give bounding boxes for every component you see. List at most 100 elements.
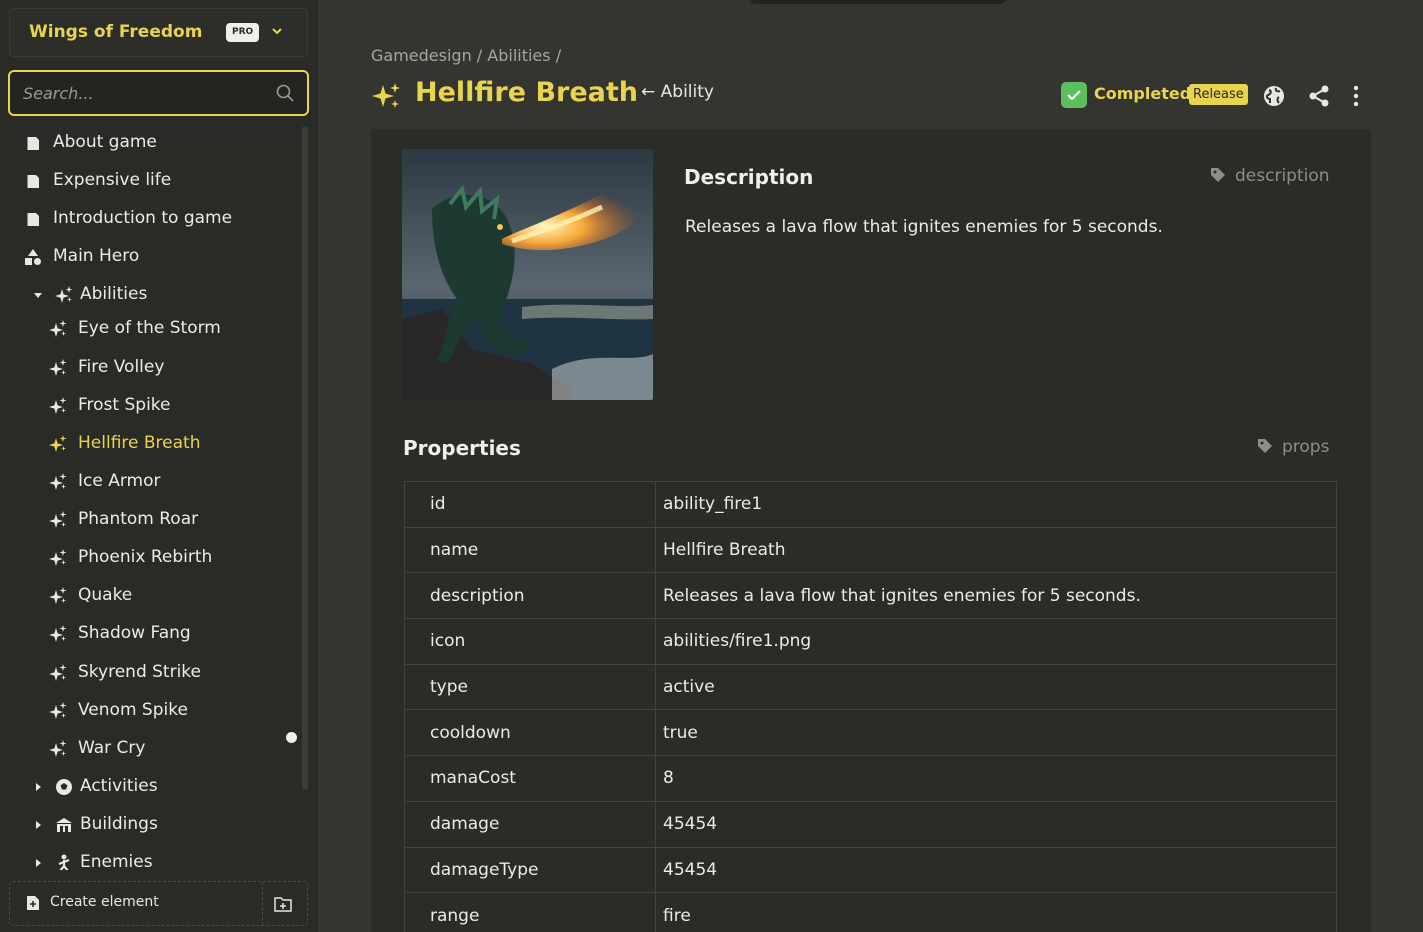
- sidebar-item-quake[interactable]: Quake: [0, 579, 300, 613]
- shapes-icon: [25, 249, 41, 265]
- share-icon[interactable]: [1306, 83, 1332, 109]
- caret-down-icon[interactable]: [32, 287, 44, 303]
- property-value[interactable]: true: [655, 709, 1337, 757]
- property-value[interactable]: fire: [655, 892, 1337, 932]
- sparkles-icon: [49, 435, 67, 452]
- new-folder-icon[interactable]: [272, 893, 294, 915]
- sparkles-icon: [49, 587, 67, 604]
- property-value[interactable]: 45454: [655, 846, 1337, 894]
- property-key: id: [404, 481, 656, 528]
- table-row: icon abilities/fire1.png: [404, 618, 1337, 665]
- sidebar-item-eye-of-the-storm[interactable]: Eye of the Storm: [0, 312, 300, 346]
- properties-table: id ability_fire1 name Hellfire Breath descri…: [404, 481, 1337, 932]
- sidebar-item-label: Hellfire Breath: [78, 433, 201, 453]
- property-value[interactable]: Releases a lava flow that ignites enemie…: [655, 572, 1337, 620]
- sidebar-item-fire-volley[interactable]: Fire Volley: [0, 351, 300, 385]
- chevron-down-icon[interactable]: [269, 21, 285, 41]
- sidebar-footer: Create element: [9, 881, 308, 926]
- sidebar-item-skyrend-strike[interactable]: Skyrend Strike: [0, 656, 300, 690]
- search-box: [8, 70, 309, 116]
- sparkles-icon: [49, 473, 67, 490]
- checkmark-icon[interactable]: [1061, 82, 1087, 108]
- sidebar-item-activities[interactable]: Activities: [0, 770, 300, 804]
- sparkles-icon: [49, 320, 67, 337]
- sidebar-item-shadow-fang[interactable]: Shadow Fang: [0, 617, 300, 651]
- figure-icon: [58, 854, 70, 870]
- project-switcher[interactable]: Wings of Freedom PRO: [9, 8, 308, 57]
- property-key: description: [404, 572, 656, 620]
- description-tag[interactable]: description: [1209, 166, 1330, 186]
- sidebar-item-enemies[interactable]: Enemies: [0, 846, 300, 870]
- sidebar-item-label: Phantom Roar: [78, 509, 199, 529]
- caret-right-icon[interactable]: [32, 817, 44, 833]
- sidebar-item-abilities[interactable]: Abilities: [0, 278, 300, 312]
- search-input[interactable]: [23, 81, 268, 105]
- table-row: name Hellfire Breath: [404, 526, 1337, 574]
- release-badge[interactable]: Release: [1189, 84, 1248, 105]
- sidebar-item-venom-spike[interactable]: Venom Spike: [0, 694, 300, 728]
- sidebar-item-label: Fire Volley: [78, 357, 165, 377]
- ability-image[interactable]: [402, 149, 653, 400]
- description-tag-label: description: [1235, 166, 1330, 186]
- search-icon[interactable]: [275, 83, 295, 103]
- sidebar-item-label: Ice Armor: [78, 471, 161, 491]
- table-row: type active: [404, 663, 1337, 711]
- sidebar-item-label: War Cry: [78, 738, 146, 758]
- sidebar-item-war-cry[interactable]: War Cry: [0, 732, 300, 766]
- property-value[interactable]: 45454: [655, 800, 1337, 848]
- sidebar-item-label: Shadow Fang: [78, 623, 191, 643]
- caret-right-icon[interactable]: [32, 779, 44, 795]
- new-file-icon: [27, 896, 39, 910]
- globe-icon[interactable]: [1261, 83, 1287, 109]
- sidebar-item-label: Skyrend Strike: [78, 662, 202, 682]
- sparkles-icon: [49, 359, 67, 376]
- create-element-button[interactable]: Create element: [10, 882, 263, 925]
- sidebar-item-label: Abilities: [80, 284, 148, 304]
- breadcrumb[interactable]: Gamedesign / Abilities /: [371, 46, 561, 65]
- property-key: range: [404, 892, 656, 932]
- sidebar-item-label: Venom Spike: [78, 700, 188, 720]
- ball-icon: [56, 779, 72, 795]
- sidebar-item-label: About game: [53, 132, 157, 152]
- table-row: id ability_fire1: [404, 481, 1337, 528]
- properties-tag[interactable]: props: [1256, 437, 1329, 457]
- sidebar-item-label: Phoenix Rebirth: [78, 547, 213, 567]
- type-link[interactable]: ← Ability: [641, 82, 714, 102]
- project-name: Wings of Freedom: [29, 22, 203, 42]
- sidebar-item-label: Frost Spike: [78, 395, 171, 415]
- more-options-icon[interactable]: [1343, 83, 1369, 109]
- content-card: Description description Releases a lava …: [371, 129, 1371, 932]
- sidebar-item-hellfire-breath[interactable]: Hellfire Breath: [0, 427, 300, 461]
- property-value[interactable]: abilities/fire1.png: [655, 618, 1337, 665]
- sparkles-icon: [49, 664, 67, 681]
- top-toolbar-strip: [750, 0, 1006, 4]
- property-value[interactable]: Hellfire Breath: [655, 526, 1337, 574]
- sidebar-item-introduction-to-game[interactable]: Introduction to game: [0, 202, 300, 236]
- property-key: manaCost: [404, 755, 656, 802]
- sidebar-item-phantom-roar[interactable]: Phantom Roar: [0, 503, 300, 537]
- properties-tag-label: props: [1282, 437, 1330, 457]
- sidebar-item-expensive-life[interactable]: Expensive life: [0, 164, 300, 198]
- sidebar-item-main-hero[interactable]: Main Hero: [0, 240, 300, 274]
- sidebar-item-phoenix-rebirth[interactable]: Phoenix Rebirth: [0, 541, 300, 575]
- table-row: damageType 45454: [404, 846, 1337, 894]
- sidebar-scrollbar[interactable]: [302, 126, 308, 790]
- property-key: icon: [404, 618, 656, 665]
- caret-right-icon[interactable]: [32, 855, 44, 870]
- sidebar-tree: About game Expensive life Introduction to …: [0, 126, 300, 870]
- sparkles-icon: [49, 511, 67, 528]
- sidebar-item-label: Quake: [78, 585, 133, 605]
- sidebar-item-about-game[interactable]: About game: [0, 126, 300, 160]
- pro-badge: PRO: [226, 23, 260, 42]
- notification-dot: [286, 732, 297, 743]
- property-value[interactable]: ability_fire1: [655, 481, 1337, 528]
- sidebar-item-frost-spike[interactable]: Frost Spike: [0, 389, 300, 423]
- building-icon: [56, 818, 72, 832]
- property-value[interactable]: active: [655, 663, 1337, 711]
- sidebar-item-label: Expensive life: [53, 170, 172, 190]
- sidebar-item-buildings[interactable]: Buildings: [0, 808, 300, 842]
- property-value[interactable]: 8: [655, 755, 1337, 802]
- sidebar-item-ice-armor[interactable]: Ice Armor: [0, 465, 300, 499]
- sidebar-item-label: Buildings: [80, 814, 158, 834]
- description-text: Releases a lava flow that ignites enemie…: [685, 217, 1163, 237]
